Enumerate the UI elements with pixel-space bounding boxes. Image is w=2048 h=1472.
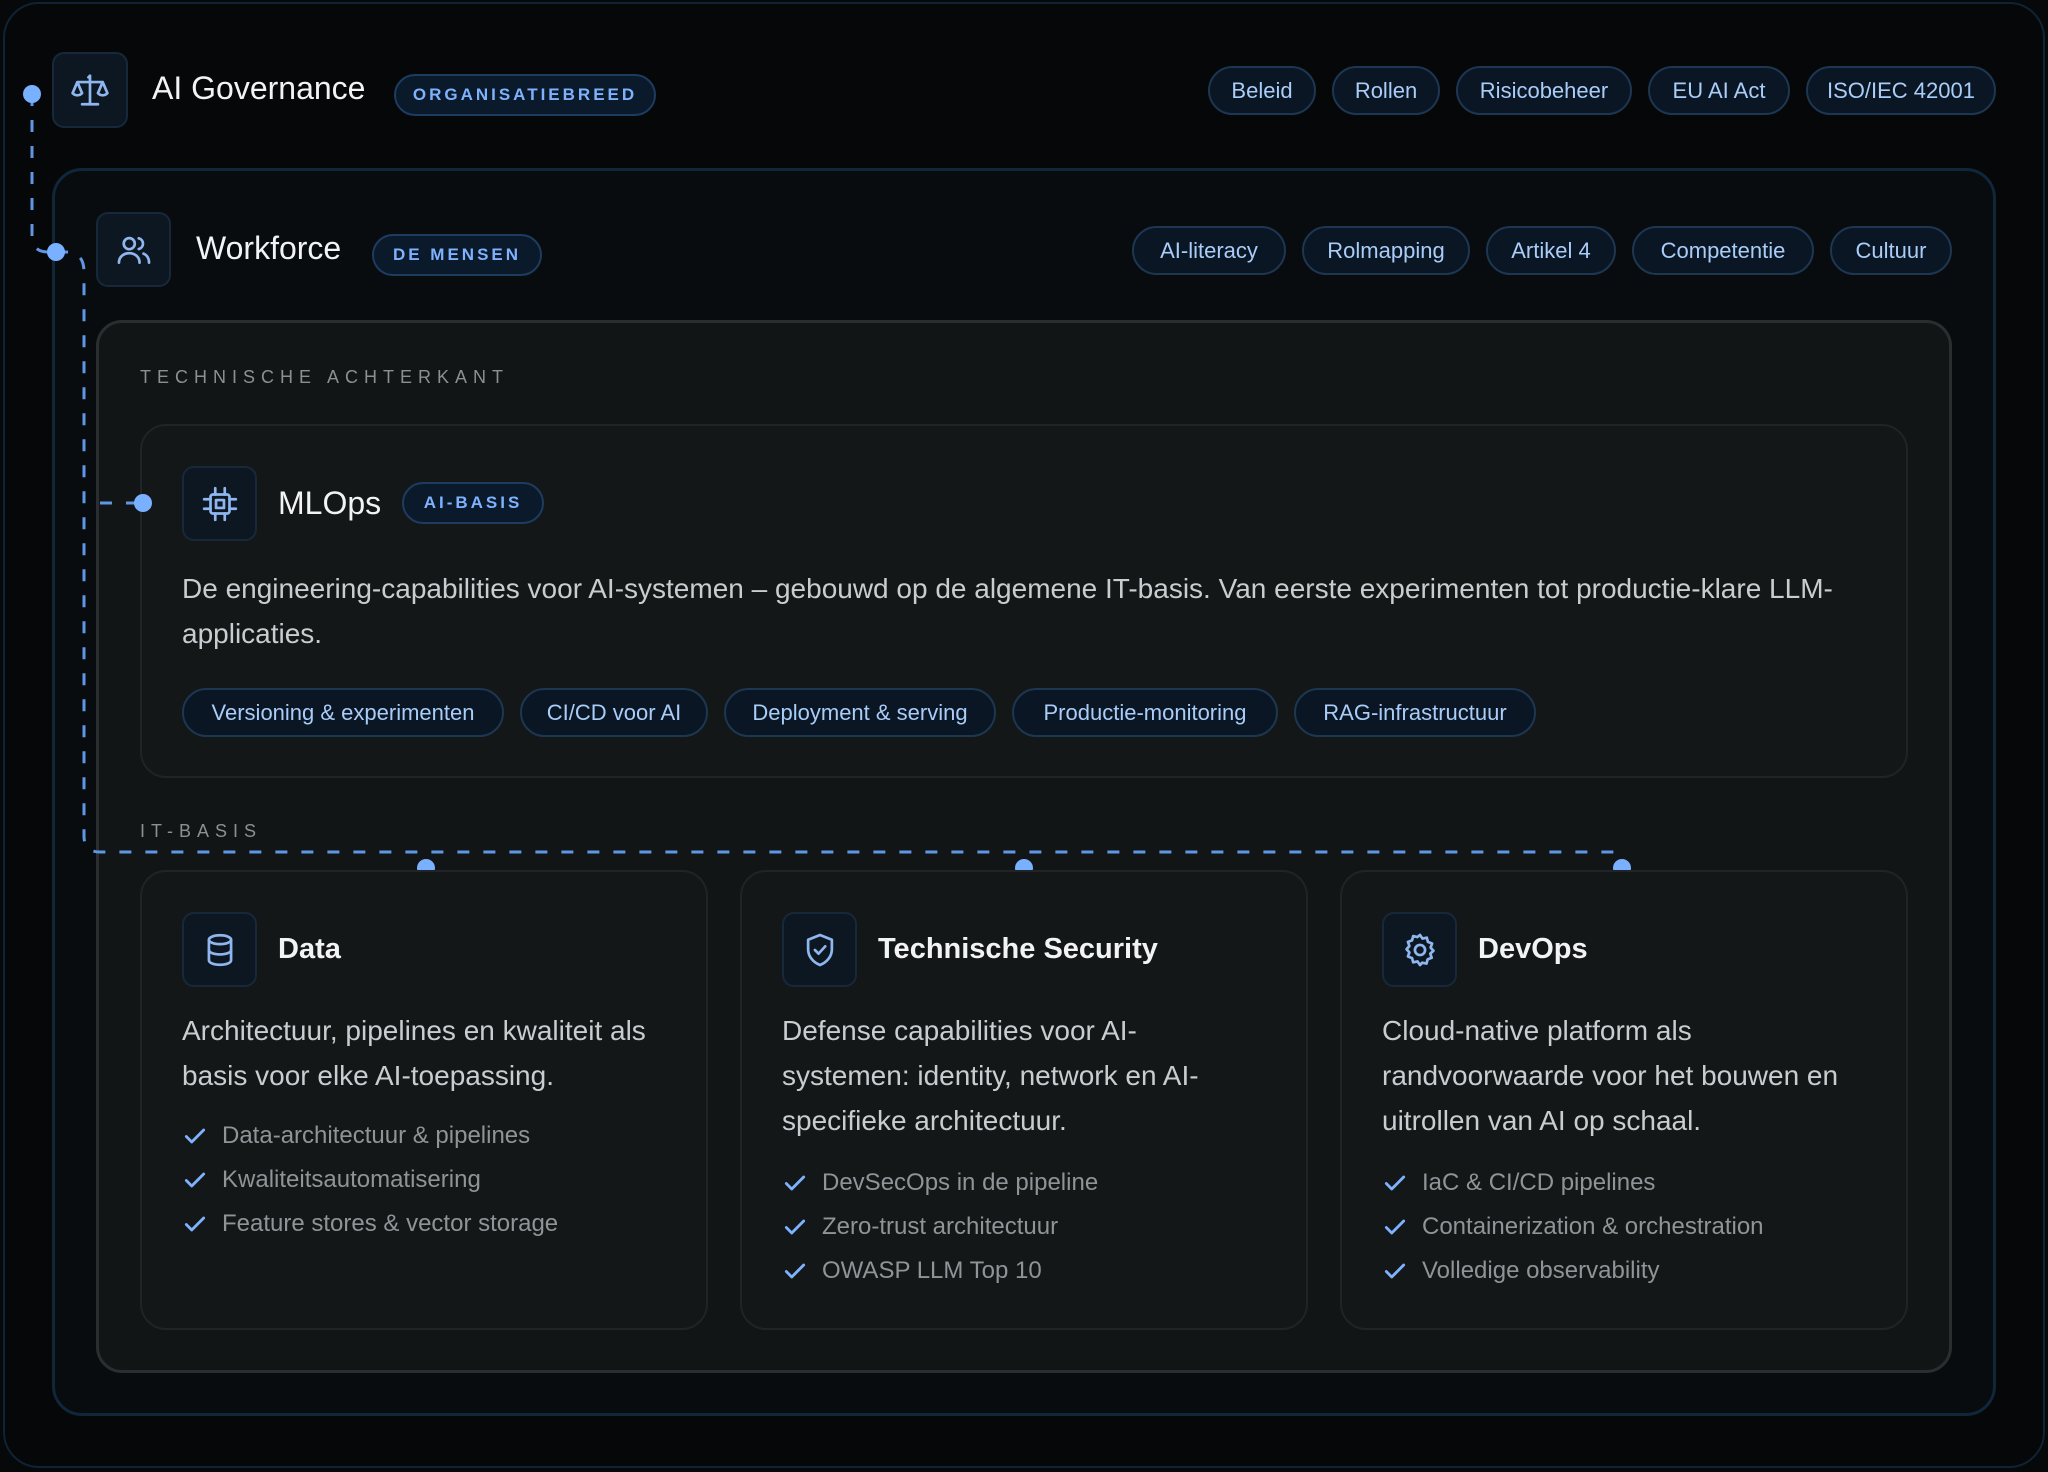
workforce-badge: DE MENSEN [372, 234, 542, 276]
shield-icon [782, 912, 857, 987]
feature-item: Containerization & orchestration [1382, 1205, 1764, 1249]
workforce-title: Workforce [196, 230, 342, 266]
tag-mlops-3[interactable]: Productie-monitoring [1012, 688, 1278, 737]
database-icon [182, 912, 257, 987]
tag-governance-1[interactable]: Rollen [1332, 66, 1440, 115]
node-dot-governance [23, 85, 41, 103]
tag-workforce-3[interactable]: Competentie [1632, 226, 1814, 275]
it-card-devops-title: DevOps [1478, 933, 1588, 965]
tag-governance-3[interactable]: EU AI Act [1648, 66, 1790, 115]
check-icon [184, 1128, 206, 1144]
check-icon [184, 1172, 206, 1188]
feature-item: Volledige observability [1382, 1249, 1764, 1293]
it-card-devops-description: Cloud-native platform als randvoorwaarde… [1382, 1015, 1839, 1136]
check-icon [784, 1263, 806, 1279]
tag-workforce-2[interactable]: Artikel 4 [1486, 226, 1616, 275]
governance-badge: ORGANISATIEBREED [394, 74, 656, 116]
feature-item: IaC & CI/CD pipelines [1382, 1161, 1764, 1205]
feature-item: Data-architectuur & pipelines [182, 1114, 558, 1158]
tag-workforce-0[interactable]: AI-literacy [1132, 226, 1286, 275]
it-basis-section-label: IT-BASIS [140, 821, 263, 841]
check-icon [784, 1175, 806, 1191]
cpu-chip-icon [182, 466, 257, 541]
it-card-security-features: DevSecOps in de pipeline Zero-trust arch… [782, 1161, 1098, 1293]
tag-workforce-1[interactable]: Rolmapping [1302, 226, 1470, 275]
it-card-security-description: Defense capabilities voor AI-systemen: i… [782, 1015, 1199, 1136]
tag-governance-0[interactable]: Beleid [1208, 66, 1316, 115]
tag-mlops-2[interactable]: Deployment & serving [724, 688, 996, 737]
feature-item: DevSecOps in de pipeline [782, 1161, 1098, 1205]
mlops-description: De engineering-capabilities voor AI-syst… [182, 573, 1833, 649]
tag-mlops-1[interactable]: CI/CD voor AI [520, 688, 708, 737]
tag-governance-2[interactable]: Risicobeheer [1456, 66, 1632, 115]
gear-icon [1382, 912, 1457, 987]
feature-item: Zero-trust architectuur [782, 1205, 1098, 1249]
it-card-data-description: Architectuur, pipelines en kwaliteit als… [182, 1015, 646, 1091]
mlops-badge: AI-BASIS [402, 482, 544, 524]
feature-item: Feature stores & vector storage [182, 1202, 558, 1246]
tag-mlops-0[interactable]: Versioning & experimenten [182, 688, 504, 737]
feature-item: Kwaliteitsautomatisering [182, 1158, 558, 1202]
tag-mlops-4[interactable]: RAG-infrastructuur [1294, 688, 1536, 737]
it-card-data-features: Data-architectuur & pipelines Kwaliteits… [182, 1114, 558, 1246]
connector-workforce-it-basis [56, 250, 1622, 854]
tag-workforce-4[interactable]: Cultuur [1830, 226, 1952, 275]
users-icon [96, 212, 171, 287]
governance-title: AI Governance [152, 70, 366, 106]
tag-governance-4[interactable]: ISO/IEC 42001 [1806, 66, 1996, 115]
it-card-devops-features: IaC & CI/CD pipelines Containerization &… [1382, 1161, 1764, 1293]
scale-icon [52, 52, 128, 128]
check-icon [184, 1216, 206, 1232]
ai-governance-layer-diagram: AI Governance ORGANISATIEBREED Beleid Ro… [0, 0, 2048, 1472]
feature-item: OWASP LLM Top 10 [782, 1249, 1098, 1293]
check-icon [1384, 1263, 1406, 1279]
node-dot-workforce [47, 243, 65, 261]
mlops-title: MLOps [278, 485, 382, 521]
check-icon [1384, 1175, 1406, 1191]
node-dot-mlops [134, 494, 152, 512]
it-card-data-title: Data [278, 933, 341, 965]
it-card-security-title: Technische Security [878, 933, 1158, 965]
check-icon [784, 1219, 806, 1235]
check-icon [1384, 1219, 1406, 1235]
technical-section-label: TECHNISCHE ACHTERKANT [140, 367, 510, 387]
